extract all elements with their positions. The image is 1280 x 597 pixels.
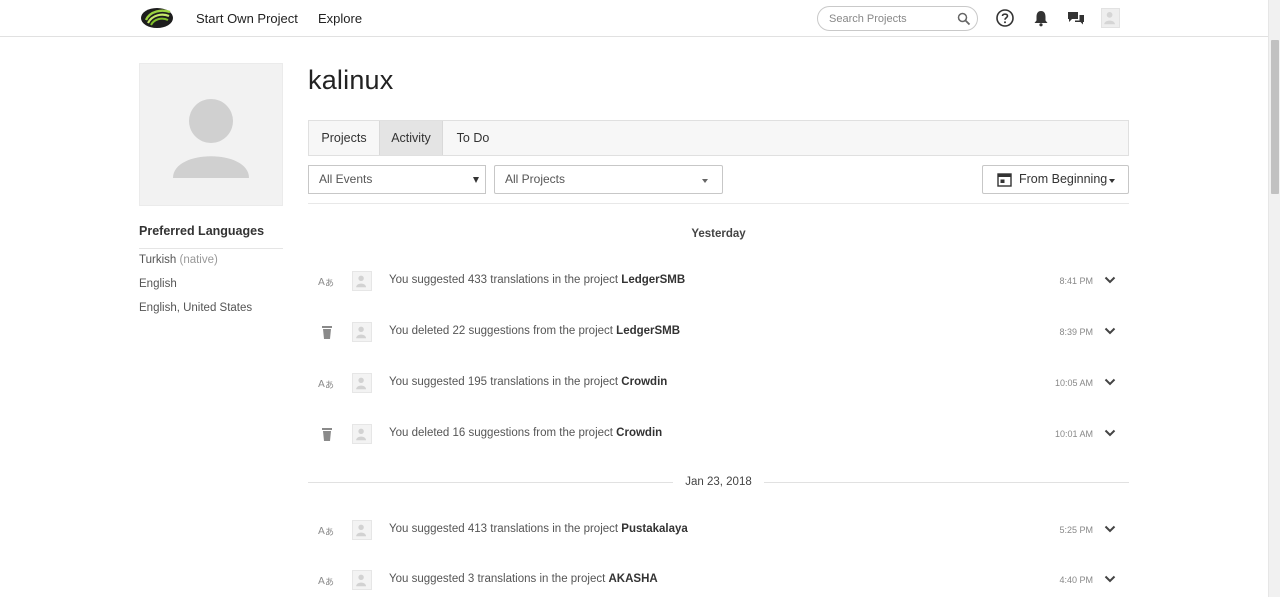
user-silhouette-icon — [356, 574, 367, 587]
tab-projects[interactable]: Projects — [309, 121, 379, 155]
top-navbar: Start Own Project Explore — [0, 0, 1268, 37]
svg-text:A: A — [318, 526, 325, 537]
scrollbar-thumb[interactable] — [1271, 40, 1279, 194]
activity-day-heading: Yesterday — [691, 228, 746, 240]
chevron-down-icon[interactable] — [1104, 326, 1116, 336]
user-silhouette-icon — [356, 275, 367, 288]
user-silhouette-icon — [356, 428, 367, 441]
activity-description: You suggested 433 translations in the pr… — [389, 274, 686, 286]
activity-time: 5:25 PM — [1059, 525, 1093, 535]
activity-description: You suggested 413 translations in the pr… — [389, 523, 688, 535]
language-item: English, United States — [139, 302, 253, 314]
divider — [308, 203, 1129, 204]
svg-text:あ: あ — [325, 380, 334, 391]
avatar[interactable] — [352, 322, 372, 342]
activity-time: 8:41 PM — [1059, 276, 1093, 286]
translate-icon: A あ — [318, 576, 334, 588]
user-menu-avatar[interactable] — [1101, 8, 1120, 28]
profile-tabs: Projects Activity To Do — [308, 120, 1129, 156]
user-silhouette-icon — [356, 326, 367, 339]
nav-explore[interactable]: Explore — [318, 11, 362, 26]
avatar[interactable] — [352, 271, 372, 291]
svg-text:あ: あ — [325, 577, 334, 588]
notifications-bell-icon[interactable] — [1031, 8, 1051, 28]
user-silhouette-icon — [356, 377, 367, 390]
dropdown-caret-icon — [1109, 179, 1115, 183]
activity-row: A あ You suggested 195 translations in th… — [308, 368, 1129, 398]
nav-start-own-project[interactable]: Start Own Project — [196, 11, 298, 26]
profile-username: kalinux — [308, 65, 394, 95]
events-filter-select[interactable]: All Events — [308, 165, 486, 194]
activity-description: You deleted 22 suggestions from the proj… — [389, 325, 681, 337]
activity-row: You deleted 22 suggestions from the proj… — [308, 317, 1129, 347]
translate-icon: A あ — [318, 526, 334, 538]
crowdin-logo-icon[interactable] — [140, 7, 174, 29]
activity-row: A あ You suggested 3 translations in the … — [308, 565, 1129, 595]
preferred-languages-title: Preferred Languages — [139, 224, 265, 238]
chevron-down-icon[interactable] — [1104, 275, 1116, 285]
activity-time: 4:40 PM — [1059, 575, 1093, 585]
svg-text:A: A — [318, 277, 325, 288]
activity-description: You deleted 16 suggestions from the proj… — [389, 427, 663, 439]
avatar[interactable] — [352, 373, 372, 393]
projects-filter-select[interactable]: All Projects — [494, 165, 723, 194]
messages-icon[interactable] — [1066, 8, 1086, 28]
language-item: English — [139, 278, 177, 290]
divider — [139, 248, 283, 249]
help-icon[interactable] — [995, 8, 1015, 28]
user-silhouette-icon — [356, 524, 367, 537]
project-link[interactable]: Crowdin — [621, 376, 667, 388]
svg-text:あ: あ — [325, 278, 334, 289]
calendar-icon — [997, 173, 1012, 187]
chevron-down-icon[interactable] — [1104, 574, 1116, 584]
activity-description: You suggested 3 translations in the proj… — [389, 573, 658, 585]
activity-day-heading: Jan 23, 2018 — [308, 476, 1129, 488]
dropdown-caret-icon — [473, 177, 479, 183]
avatar[interactable] — [352, 570, 372, 590]
activity-row: A あ You suggested 433 translations in th… — [308, 266, 1129, 296]
activity-time: 10:05 AM — [1054, 378, 1093, 388]
dropdown-caret-icon — [702, 179, 708, 183]
translate-icon: A あ — [318, 379, 334, 391]
translate-icon: A あ — [318, 277, 334, 289]
trash-icon — [322, 326, 332, 339]
activity-time: 10:01 AM — [1054, 429, 1093, 439]
activity-row: You deleted 16 suggestions from the proj… — [308, 419, 1129, 449]
svg-text:A: A — [318, 379, 325, 390]
avatar[interactable] — [352, 424, 372, 444]
period-filter-button[interactable]: From Beginning — [982, 165, 1129, 194]
chevron-down-icon[interactable] — [1104, 524, 1116, 534]
search-icon[interactable] — [957, 12, 971, 26]
chevron-down-icon[interactable] — [1104, 428, 1116, 438]
project-link[interactable]: AKASHA — [609, 573, 658, 585]
profile-avatar — [139, 63, 283, 206]
svg-text:A: A — [318, 576, 325, 587]
chevron-down-icon[interactable] — [1104, 377, 1116, 387]
page-scrollbar[interactable] — [1268, 0, 1280, 597]
activity-description: You suggested 195 translations in the pr… — [389, 376, 668, 388]
user-silhouette-icon — [173, 99, 249, 178]
project-link[interactable]: Crowdin — [616, 427, 662, 439]
avatar[interactable] — [352, 520, 372, 540]
user-silhouette-icon — [1104, 12, 1115, 25]
language-item: Turkish (native) — [139, 254, 218, 266]
project-link[interactable]: LedgerSMB — [621, 274, 685, 286]
activity-time: 8:39 PM — [1059, 327, 1093, 337]
trash-icon — [322, 428, 332, 441]
tab-activity[interactable]: Activity — [379, 121, 443, 155]
search-box[interactable] — [817, 6, 978, 31]
activity-row: A あ You suggested 413 translations in th… — [308, 515, 1129, 545]
tab-todo[interactable]: To Do — [443, 121, 503, 155]
svg-text:あ: あ — [325, 527, 334, 538]
project-link[interactable]: LedgerSMB — [616, 325, 680, 337]
project-link[interactable]: Pustakalaya — [621, 523, 688, 535]
search-input[interactable] — [829, 11, 954, 27]
